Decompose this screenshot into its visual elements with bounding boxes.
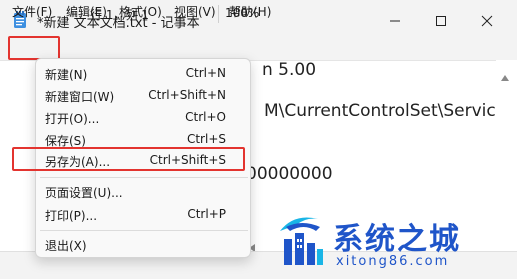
menu-item-label: 页面设置(U)...: [45, 186, 123, 200]
menu-bar: [0, 36, 517, 60]
menu-item-shortcut: Ctrl+S: [186, 132, 226, 146]
minimize-icon: [390, 20, 400, 22]
minimize-button[interactable]: [375, 8, 415, 34]
menu-item-label: 打印(P)...: [45, 209, 98, 223]
document-line: M\CurrentControlSet\Services: [264, 101, 516, 121]
menu-item-label: 新建窗口(W): [45, 90, 115, 104]
document-line: 00000000: [246, 164, 333, 184]
watermark-title: 系统之城: [333, 222, 461, 257]
menu-item-page-setup[interactable]: 页面设置(U)...: [36, 181, 252, 203]
vertical-scrollbar[interactable]: [496, 60, 517, 251]
menu-item-exit[interactable]: 退出(X): [36, 234, 252, 256]
status-divider: [218, 5, 219, 23]
menu-item-label: 打开(O)...: [45, 112, 100, 126]
menu-item-open[interactable]: 打开(O)... Ctrl+O: [36, 107, 252, 129]
cursor-position: 行 1，列 1: [90, 8, 149, 22]
document-line: n 5.00: [262, 60, 317, 80]
menu-item-shortcut: Ctrl+O: [185, 110, 226, 124]
menu-item-new[interactable]: 新建(N) Ctrl+N: [36, 63, 252, 85]
watermark-url: xitong86.com: [336, 254, 450, 269]
scroll-up-icon[interactable]: [500, 67, 510, 86]
zoom-level: 100%: [225, 6, 260, 20]
menu-separator: [40, 230, 248, 231]
menu-item-label: 退出(X): [45, 239, 87, 253]
menu-file[interactable]: 文件(F): [12, 3, 52, 20]
maximize-icon: [436, 16, 446, 26]
menu-item-shortcut: Ctrl+Shift+N: [148, 88, 226, 102]
menu-view[interactable]: 视图(V): [174, 3, 216, 20]
menu-separator: [40, 177, 248, 178]
menu-item-new-window[interactable]: 新建窗口(W) Ctrl+Shift+N: [36, 85, 252, 107]
maximize-button[interactable]: [421, 8, 461, 34]
close-icon: [481, 15, 493, 27]
file-menu-highlight-box: [8, 36, 60, 60]
save-as-highlight-box: [12, 147, 245, 171]
menu-item-shortcut: Ctrl+N: [185, 66, 226, 80]
menu-item-print[interactable]: 打印(P)... Ctrl+P: [36, 204, 252, 226]
menu-item-label: 新建(N): [45, 68, 88, 82]
menu-item-shortcut: Ctrl+P: [187, 207, 226, 221]
close-button[interactable]: [467, 8, 507, 34]
watermark-logo-icon: [276, 209, 328, 271]
